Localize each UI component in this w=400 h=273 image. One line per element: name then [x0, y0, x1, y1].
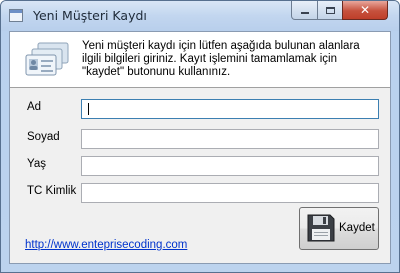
- header-panel: Yeni müşteri kaydı için lütfen aşağıda b…: [10, 32, 390, 88]
- maximize-icon: [325, 6, 335, 14]
- tc-kimlik-label: TC Kimlik: [27, 185, 77, 197]
- app-icon[interactable]: [9, 9, 23, 22]
- yas-input[interactable]: [81, 156, 379, 176]
- close-button[interactable]: ✕: [342, 1, 388, 20]
- minimize-button[interactable]: [291, 1, 318, 20]
- save-button-label: Kaydet: [339, 222, 375, 234]
- soyad-input[interactable]: [81, 129, 379, 149]
- window-title: Yeni Müşteri Kaydı: [33, 8, 147, 23]
- id-cards-icon: [25, 42, 69, 76]
- ad-label: Ad: [27, 101, 42, 113]
- soyad-label: Soyad: [27, 131, 60, 143]
- title-bar[interactable]: Yeni Müşteri Kaydı ✕: [1, 1, 399, 31]
- header-description: Yeni müşteri kaydı için lütfen aşağıda b…: [82, 40, 360, 78]
- ad-input[interactable]: [81, 99, 379, 119]
- tc-kimlik-input[interactable]: [81, 183, 379, 203]
- maximize-button[interactable]: [317, 1, 343, 20]
- minimize-icon: [300, 12, 309, 14]
- form-client-area: Yeni müşteri kaydı için lütfen aşağıda b…: [9, 31, 391, 264]
- floppy-disk-icon: [307, 214, 335, 242]
- text-caret: [88, 103, 89, 115]
- window: Yeni Müşteri Kaydı ✕ Yeni müşteri kaydı …: [0, 0, 400, 273]
- website-link[interactable]: http://www.enteprisecoding.com: [25, 239, 187, 251]
- save-button[interactable]: Kaydet: [299, 207, 379, 250]
- close-icon: ✕: [359, 3, 371, 17]
- yas-label: Yaş: [27, 158, 46, 170]
